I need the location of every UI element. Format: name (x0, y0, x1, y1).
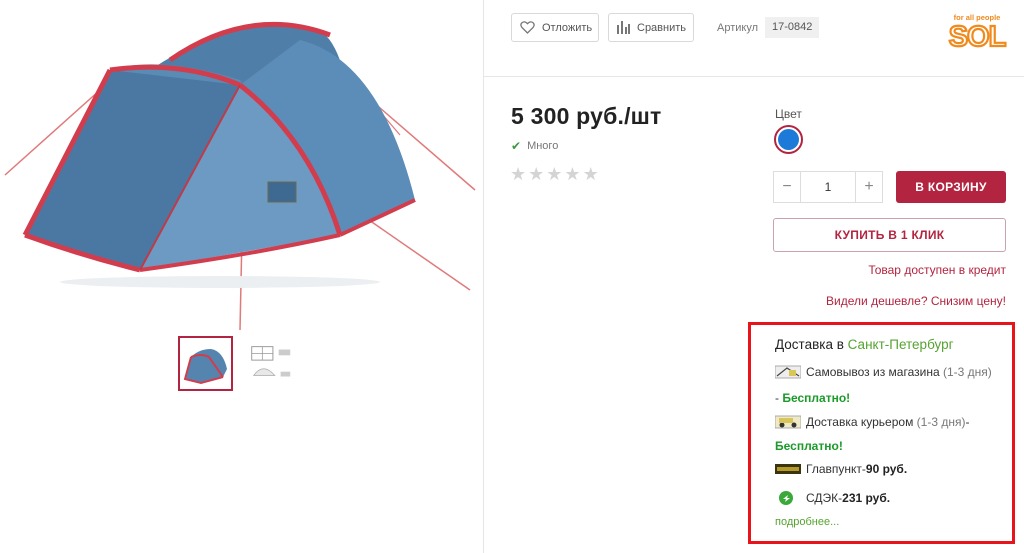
compare-label: Сравнить (637, 21, 687, 34)
delivery-glavpunkt-row: Главпункт - 90 руб. (775, 462, 907, 476)
add-to-cart-button[interactable]: В КОРЗИНУ (896, 171, 1006, 203)
color-swatch-blue[interactable] (774, 125, 803, 154)
quantity-plus-button[interactable]: + (855, 172, 882, 202)
tent-thumbnail-icon (183, 348, 227, 384)
star-icon[interactable]: ★ (546, 164, 562, 184)
article-value: 17-0842 (765, 17, 820, 38)
delivery-title-prefix: Доставка в (775, 337, 848, 352)
quantity-stepper: − 1 + (773, 171, 883, 203)
glavpunkt-label: Главпункт (806, 462, 862, 476)
color-dot (778, 129, 799, 150)
thumbnail-scheme[interactable] (243, 336, 298, 391)
tent-image (4, 21, 476, 330)
courier-price: Бесплатно! (775, 439, 843, 453)
product-price: 5 300 руб./шт (511, 103, 662, 129)
star-icon[interactable]: ★ (564, 164, 580, 184)
compare-button[interactable]: Сравнить (608, 13, 694, 42)
stock-status: ✔ Много (511, 139, 558, 153)
pickup-term: (1-3 дня) (942, 365, 992, 379)
color-label: Цвет (775, 107, 802, 121)
rating-stars[interactable]: ★ ★ ★ ★ ★ (510, 164, 599, 184)
cdek-label: СДЭК (806, 491, 839, 505)
delivery-more-link[interactable]: подробнее... (775, 516, 839, 528)
buy-one-click-button[interactable]: КУПИТЬ В 1 КЛИК (773, 218, 1006, 252)
vertical-divider (483, 0, 484, 553)
delivery-pickup-row: Самовывоз из магазина (1-3 дня) (775, 365, 992, 379)
check-icon: ✔ (511, 139, 522, 153)
pickup-label: Самовывоз из магазина (806, 365, 940, 379)
courier-dash: - (965, 415, 970, 429)
cdek-price: 231 руб. (842, 491, 891, 505)
pickup-price-row: - Бесплатно! (775, 391, 850, 405)
credit-link[interactable]: Товар доступен в кредит (868, 263, 1006, 277)
horizontal-divider (483, 76, 1024, 77)
quantity-value[interactable]: 1 (801, 172, 855, 202)
brand-logo[interactable]: for all people SOL (946, 12, 1008, 54)
product-gallery (0, 0, 483, 553)
store-icon (775, 365, 801, 379)
cdek-logo-icon (775, 491, 801, 505)
courier-label: Доставка курьером (806, 415, 914, 429)
delivery-title: Доставка в Санкт-Петербург (775, 337, 954, 352)
star-icon[interactable]: ★ (510, 164, 526, 184)
delivery-courier-row: Доставка курьером (1-3 дня) - (775, 415, 969, 429)
defer-button[interactable]: Отложить (511, 13, 599, 42)
quantity-minus-button[interactable]: − (774, 172, 801, 202)
pickup-price: Бесплатно! (782, 391, 851, 405)
article-label: Артикул (717, 22, 759, 34)
stock-label: Много (527, 140, 559, 152)
delivery-cdek-row: СДЭК - 231 руб. (775, 491, 890, 505)
bar-chart-icon (617, 21, 630, 34)
thumbnail-list (178, 336, 298, 391)
cheaper-link[interactable]: Видели дешевле? Снизим цену! (826, 294, 1006, 308)
delivery-box: Доставка в Санкт-Петербург Самовывоз из … (748, 322, 1015, 544)
brand-name: SOL (949, 21, 1006, 48)
heart-icon (520, 21, 535, 34)
glavpunkt-logo-icon (775, 462, 801, 476)
delivery-city-link[interactable]: Санкт-Петербург (848, 337, 954, 352)
glavpunkt-price: 90 руб. (865, 462, 908, 476)
tent-scheme-icon (251, 346, 291, 377)
defer-label: Отложить (542, 21, 593, 34)
star-icon[interactable]: ★ (583, 164, 599, 184)
courier-icon (775, 415, 801, 429)
courier-term: (1-3 дня) (916, 415, 966, 429)
product-main-image[interactable] (0, 0, 483, 330)
thumbnail-tent[interactable] (178, 336, 233, 391)
star-icon[interactable]: ★ (528, 164, 544, 184)
